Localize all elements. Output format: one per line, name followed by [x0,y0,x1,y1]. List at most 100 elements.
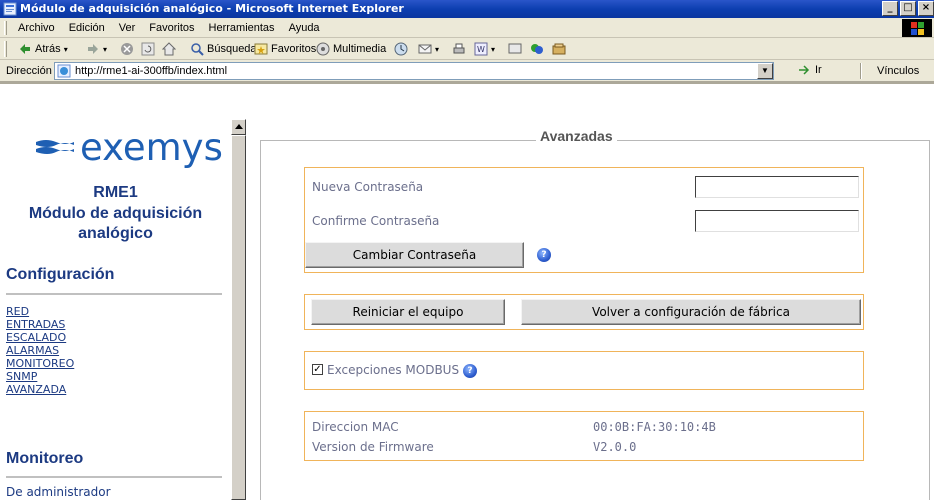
modbus-label: Excepciones MODBUS [327,363,460,377]
mail-icon [418,44,432,54]
firmware-label: Version de Firmware [312,440,434,454]
menu-bar: Archivo Edición Ver Favoritos Herramient… [0,18,934,38]
forward-arrow-icon [88,44,98,54]
new-password-label: Nueva Contraseña [312,180,424,194]
device-name: RME1 [93,184,138,201]
nav-escalado[interactable]: ESCALADO [6,331,74,344]
modbus-box: ✓ Excepciones MODBUS ? [304,351,864,390]
device-description-line-2: analógico [78,225,153,242]
ie-page-icon [3,2,17,16]
logo-mark-icon [36,140,74,154]
research-icon [552,43,566,55]
address-input[interactable]: http://rme1-ai-300ffb/index.html ▼ [54,62,774,80]
device-description: Módulo de adquisición analógico [0,204,231,244]
research-button[interactable] [552,42,566,56]
password-box: Nueva Contraseña Confirme Contraseña Cam… [304,167,864,273]
scroll-up-button[interactable] [231,119,246,135]
nav-monitoreo[interactable]: MONITOREO [6,357,74,370]
search-label: Búsqueda [207,43,257,55]
mail-dropdown-icon: ▾ [435,44,440,54]
edit-button[interactable]: W ▾ [474,42,495,56]
advanced-legend: Avanzadas [536,128,617,144]
change-password-button[interactable]: Cambiar Contraseña [305,242,524,268]
logo-text: exemys [80,126,223,169]
menu-herramientas[interactable]: Herramientas [209,22,275,34]
back-button[interactable]: Atrás ▾ [18,42,68,56]
modbus-checkbox[interactable]: ✓ [312,364,323,375]
history-button[interactable] [394,42,408,56]
menu-edicion[interactable]: Edición [69,22,105,34]
new-password-input[interactable] [695,176,859,198]
scroll-thumb[interactable] [231,135,246,500]
menu-archivo[interactable]: Archivo [18,22,55,34]
modbus-help-icon[interactable]: ? [463,364,477,378]
search-button[interactable]: Búsqueda [190,42,257,56]
menu-favoritos[interactable]: Favoritos [149,22,194,34]
back-arrow-icon [20,44,30,54]
windows-logo-icon [902,19,932,37]
window-title: Módulo de adquisición analógico - Micros… [20,2,404,15]
confirm-password-input[interactable] [695,210,859,232]
mac-value: 00:0B:FA:30:10:4B [593,420,716,434]
page-icon [57,64,71,78]
mail-button[interactable]: ▾ [418,42,439,56]
svg-text:W: W [477,45,485,54]
reboot-button[interactable]: Reiniciar el equipo [311,299,505,325]
restore-button[interactable]: □ [900,1,916,16]
close-button[interactable]: × [918,1,934,16]
menu-ayuda[interactable]: Ayuda [289,22,320,34]
forward-dropdown-icon: ▾ [103,44,108,54]
back-label: Atrás [35,43,61,55]
title-bar: Módulo de adquisición analógico - Micros… [0,0,934,18]
nav-avanzada[interactable]: AVANZADA [6,383,74,396]
stop-icon [121,43,133,55]
forward-button[interactable]: ▾ [86,42,107,56]
links-button[interactable]: Vínculos [877,65,919,77]
config-divider [6,293,222,295]
nav-snmp[interactable]: SNMP [6,370,74,383]
edit-icon: W [474,42,488,56]
messenger-icon [531,44,543,54]
menu-grip[interactable] [4,21,7,35]
address-dropdown-icon[interactable]: ▼ [757,63,773,79]
messenger-button[interactable] [530,42,544,56]
address-url: http://rme1-ai-300ffb/index.html [75,65,228,77]
menu-ver[interactable]: Ver [119,22,136,34]
device-info-box: Direccion MAC 00:0B:FA:30:10:4B Version … [304,411,864,461]
edit-dropdown-icon: ▾ [491,44,496,54]
favorites-icon [254,43,268,55]
toolbar-grip[interactable] [4,41,7,57]
favorites-button[interactable]: Favoritos [254,42,316,56]
refresh-icon [141,42,155,56]
password-help-icon[interactable]: ? [537,248,551,262]
search-icon [191,43,204,56]
nav-entradas[interactable]: ENTRADAS [6,318,74,331]
multimedia-button[interactable]: Multimedia [316,42,386,56]
nav-alarmas[interactable]: ALARMAS [6,344,74,357]
go-label: Ir [815,64,822,76]
maintenance-box: Reiniciar el equipo Volver a configuraci… [304,294,864,330]
print-button[interactable] [452,42,466,56]
factory-reset-button[interactable]: Volver a configuración de fábrica [521,299,861,325]
stop-button[interactable] [120,42,134,56]
back-dropdown-icon: ▾ [63,44,68,54]
home-icon [162,42,176,56]
monitor-heading: Monitoreo [6,450,84,467]
discuss-icon [508,43,522,54]
refresh-button[interactable] [141,42,155,56]
minimize-button[interactable]: _ [882,1,898,16]
address-label: Dirección [6,65,52,77]
go-button[interactable]: Ir [798,64,822,76]
favorites-label: Favoritos [271,43,317,55]
mac-label: Direccion MAC [312,420,399,434]
sidebar-scrollbar[interactable] [231,119,246,500]
home-button[interactable] [162,42,176,56]
discuss-button[interactable] [508,42,522,56]
nav-red[interactable]: RED [6,305,74,318]
main-panel: Avanzadas Nueva Contraseña Confirme Cont… [246,119,934,500]
multimedia-icon [316,42,330,56]
nav-administrador[interactable]: De administrador [6,485,111,499]
menu-items: Archivo Edición Ver Favoritos Herramient… [18,22,320,34]
address-bar: Dirección http://rme1-ai-300ffb/index.ht… [0,60,934,82]
exemys-logo: exemys [36,126,223,174]
